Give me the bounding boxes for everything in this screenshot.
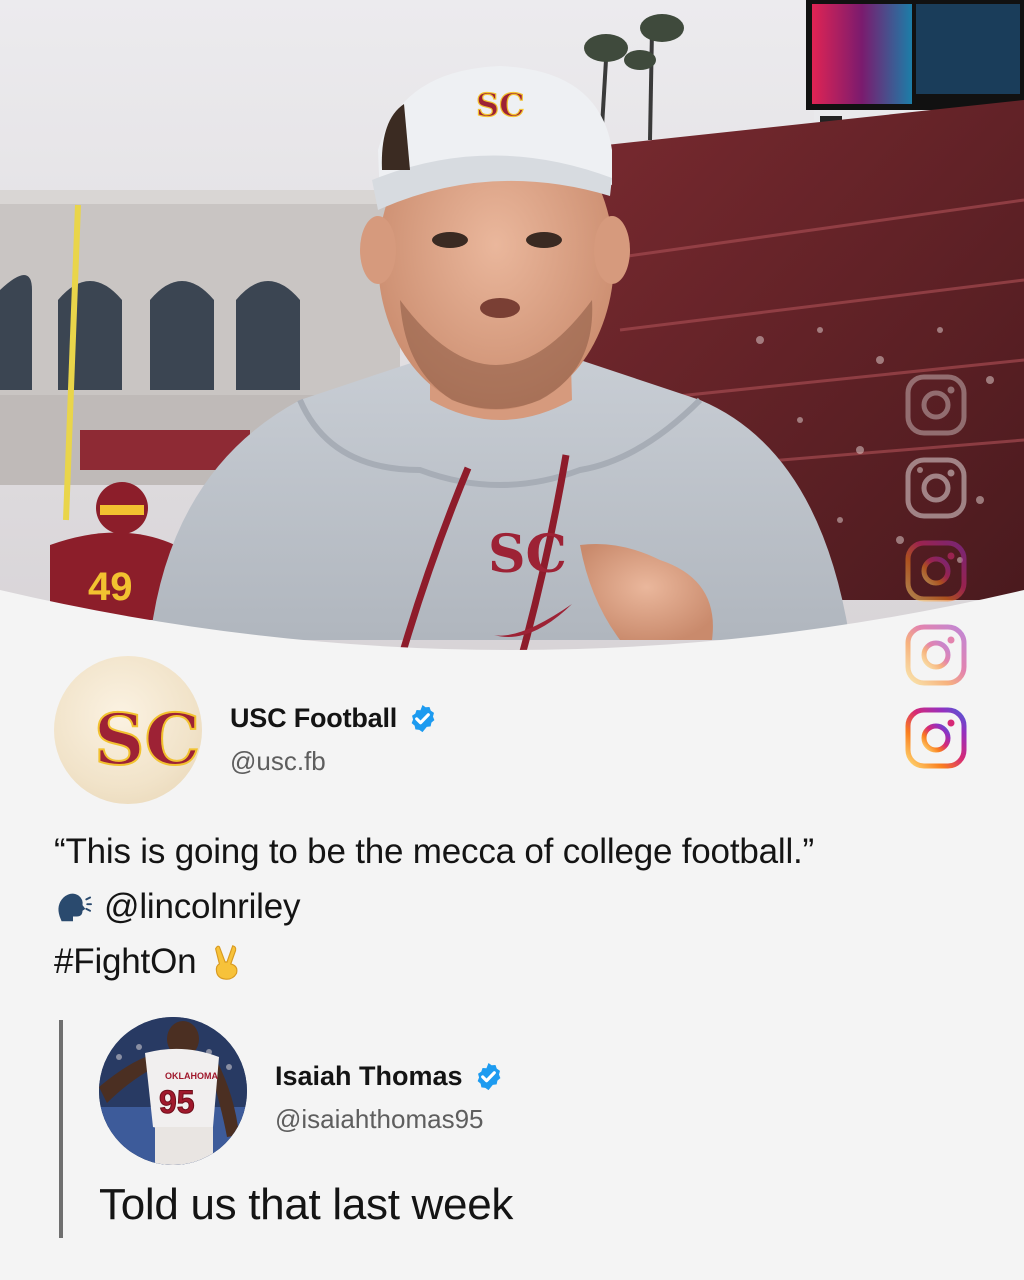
instagram-icon [904,456,968,520]
victory-hand-icon [215,944,238,980]
reply-author-row: Isaiah Thomas [275,1061,504,1092]
instagram-icon [904,373,968,437]
svg-text:SC: SC [94,698,200,781]
tweet-mention-line: @lincolnriley [54,879,814,934]
tweet-quote-line: “This is going to be the mecca of colleg… [54,824,814,879]
verified-badge-icon [411,704,435,733]
author-row: USC Football [230,703,438,734]
verified-badge-icon [477,1062,500,1091]
avatar[interactable]: SC [54,656,202,804]
usc-sc-logo-icon: SC [93,697,201,782]
quote-divider [59,1020,63,1238]
author-handle[interactable]: @usc.fb [230,746,326,777]
mention-link[interactable]: @lincolnriley [104,879,301,934]
speaking-head-icon [58,893,92,921]
reply-author-name[interactable]: Isaiah Thomas [275,1061,463,1092]
tweet-quote-text: “This is going to be the mecca of colleg… [54,832,815,871]
reply-author-handle[interactable]: @isaiahthomas95 [275,1104,484,1135]
instagram-icon[interactable] [904,706,968,770]
hashtag-link[interactable]: #FightOn [54,934,197,989]
tweet-hashtag-line: #FightOn [54,934,814,989]
svg-text:OKLAHOMA: OKLAHOMA [165,1071,218,1081]
instagram-icon [904,539,968,603]
svg-text:95: 95 [159,1084,195,1120]
reply-avatar[interactable]: OKLAHOMA 95 [99,1017,247,1165]
instagram-icon [904,623,968,687]
tweet-body: “This is going to be the mecca of colleg… [54,824,814,989]
svg-text:SC: SC [476,86,525,124]
reply-text: Told us that last week [99,1180,514,1229]
player-photo: OKLAHOMA 95 [99,1017,247,1165]
author-name[interactable]: USC Football [230,703,397,734]
